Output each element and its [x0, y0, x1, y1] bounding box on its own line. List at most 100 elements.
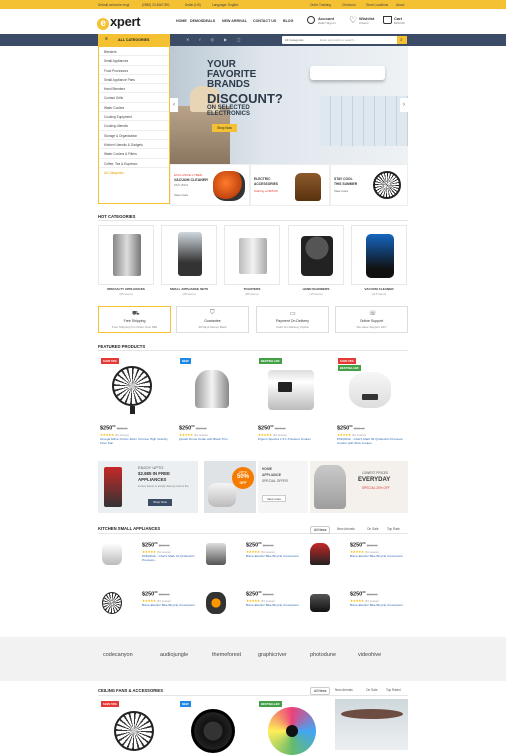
product-name[interactable]: Bixne Electric Bike Bicycle Conversion: [350, 603, 408, 607]
product-name[interactable]: Quadc Dome Kettle with Black Trim: [179, 437, 247, 441]
product-name[interactable]: Bixne Electric Bike Bicycle Conversion: [246, 603, 304, 607]
category-label[interactable]: SPECIALTY APPLIANCES: [96, 287, 156, 291]
category-item[interactable]: Cooking Utensils: [99, 121, 169, 131]
product-card[interactable]: SAVE 50%: [98, 699, 169, 751]
category-item[interactable]: Blenders: [99, 47, 169, 57]
promo-banner-appliances[interactable]: ENJOY UPTO $2.685 IN FREE APPLIANCES Lor…: [98, 461, 198, 513]
category-item[interactable]: Contact Grills: [99, 93, 169, 103]
featured-title: FEATURED PRODUCTS: [98, 344, 146, 349]
product-name[interactable]: Bixne Electric Bike Bicycle Conversion: [246, 554, 304, 558]
product-card[interactable]: SAVE 50% BESTSELLER $25000 $500.00 ★★★★★…: [335, 356, 406, 453]
search-button[interactable]: ⌕: [397, 36, 407, 44]
tab-all-news[interactable]: All News: [310, 526, 331, 534]
instagram-icon[interactable]: ◻: [237, 37, 250, 42]
vacuum-image: [366, 234, 394, 278]
category-item[interactable]: Cooking Equipment: [99, 112, 169, 122]
category-card[interactable]: [98, 225, 154, 285]
dribbble-icon[interactable]: ◎: [210, 37, 224, 42]
nav-contact-us[interactable]: CONTACT US: [253, 19, 276, 23]
product-card[interactable]: BESTSELLER $25000 $500.00 ★★★★★ (61 revi…: [256, 356, 327, 453]
nav-demos[interactable]: DEMOS: [190, 19, 203, 23]
toaster-image: [239, 238, 267, 274]
rice-cooker-image: [349, 372, 391, 408]
tab-new-arrivals[interactable]: New Arrivals: [337, 527, 355, 531]
product-name[interactable]: Pigeon Spectra 1.5 L Pressure Cooker: [258, 437, 326, 441]
category-label[interactable]: VACUUM CLEANER: [349, 287, 409, 291]
category-item[interactable]: Small Appliance Parts: [99, 75, 169, 85]
hero-shop-now-button[interactable]: Shop Now: [212, 124, 237, 132]
hero-prev-arrow[interactable]: ‹: [170, 98, 178, 112]
product-name[interactable]: Omega Mfrce Ommc 40cm Chrome High Veloci…: [100, 437, 168, 445]
category-item[interactable]: Coffee, Tea & Espresso: [99, 159, 169, 168]
category-item[interactable]: Storage & Organization: [99, 131, 169, 140]
category-label[interactable]: HAND BLENDERS: [286, 287, 346, 291]
category-card[interactable]: [351, 225, 407, 285]
category-item[interactable]: Kitchen Utensils & Gadgets: [99, 140, 169, 150]
nav-home[interactable]: HOME: [176, 19, 187, 23]
category-item-all[interactable]: All Categories: [99, 168, 169, 177]
promo-view-more-button[interactable]: View more: [262, 495, 286, 502]
product-card[interactable]: BESTSELLER: [256, 699, 327, 755]
category-label[interactable]: SMALL APPLIANCE SETS: [159, 287, 219, 291]
promo-shop-now-button[interactable]: Shop Now: [148, 499, 172, 506]
promo-banner-special[interactable]: HOME APPLIANCE SPECIAL OFFER View more: [258, 461, 308, 513]
brand-logo[interactable]: photodune: [310, 652, 336, 658]
search-input[interactable]: Enter keywords to search...: [320, 38, 356, 42]
category-card[interactable]: [288, 225, 344, 285]
logo[interactable]: e xpert: [97, 14, 141, 30]
facebook-icon[interactable]: f: [199, 37, 210, 42]
order-tracking-link[interactable]: Order Tracking: [310, 3, 331, 7]
product-name[interactable]: PhilipFlick - Chef's Mark 50 Qt Electric…: [337, 437, 405, 445]
store-locations-link[interactable]: Store Locations: [366, 3, 388, 7]
tab-new-arrivals[interactable]: New Arrivals: [335, 688, 353, 692]
fan-image: [373, 171, 401, 199]
hero-next-arrow[interactable]: ›: [400, 98, 408, 112]
sub-banner-accessories[interactable]: ELECTRIC ACCESSORIES Starting at $65.00: [250, 164, 330, 206]
hero-slider[interactable]: YOUR FAVORITE BRANDS DISCOUNT? ON SELECT…: [170, 46, 408, 164]
product-card[interactable]: [335, 699, 408, 750]
category-card[interactable]: [161, 225, 217, 285]
new-badge: NEW: [180, 358, 191, 364]
sub-banner-fan[interactable]: STAY COOL THIS SUMMER View more: [330, 164, 408, 206]
category-card[interactable]: [224, 225, 280, 285]
product-card[interactable]: SAVE 50% $25000 $500.00 ★★★★★ (61 review…: [98, 356, 169, 453]
brand-logo[interactable]: themeforest: [212, 652, 241, 658]
navbar: [0, 34, 506, 46]
checkout-link[interactable]: Checkout: [342, 3, 355, 7]
all-categories-button[interactable]: ≡ ALL CATEGORIES: [98, 34, 170, 46]
search-category-select[interactable]: All Categories: [285, 38, 304, 42]
tab-top-rate[interactable]: Top Rate: [387, 527, 400, 531]
category-item[interactable]: Hand Blenders: [99, 84, 169, 94]
tab-top-rated[interactable]: Top Rated: [386, 688, 401, 692]
twitter-icon[interactable]: ✕: [186, 37, 199, 42]
product-card[interactable]: NEW $25000 $500.00 ★★★★★ (61 review) Qua…: [177, 356, 248, 453]
product-name[interactable]: Bixne Electric Bike Bicycle Conversion: [142, 603, 200, 607]
promo-banner-sale[interactable]: UPTO 50% OFF: [204, 461, 256, 513]
brand-logo[interactable]: audiojungle: [160, 652, 188, 658]
category-item[interactable]: Small Appliances: [99, 56, 169, 66]
fan-image: [114, 711, 154, 751]
brand-logo[interactable]: videohive: [358, 652, 381, 658]
about-link[interactable]: About: [396, 3, 404, 7]
currency-select[interactable]: Dollar (US): [185, 3, 201, 7]
youtube-icon[interactable]: ▶: [224, 37, 237, 42]
tab-on-sale[interactable]: On Sale: [366, 688, 378, 692]
brand-logo[interactable]: codecanyon: [103, 652, 133, 658]
category-item[interactable]: Water Coolers: [99, 103, 169, 113]
sub-banner-vacuum[interactable]: EXCLUSIVE CYBER VACUUM CLEANER MVC-8221 …: [170, 164, 250, 206]
category-item[interactable]: Food Processors: [99, 66, 169, 75]
brand-logo[interactable]: graphicriver: [258, 652, 287, 658]
product-name[interactable]: Bixne Electric Bike Bicycle Conversion: [350, 554, 408, 558]
nav-blog[interactable]: BLOG: [283, 19, 293, 23]
product-name[interactable]: PhilipFlick - Chef's Mark 10 Qt Electric…: [142, 554, 200, 562]
language-select[interactable]: Language: English: [212, 3, 238, 7]
category-item[interactable]: Water Coolers & Filters: [99, 149, 169, 159]
promo-banner-mixer[interactable]: LOWEST PRICES EVERYDAY SPECIAL 25% OFF: [310, 461, 408, 513]
tab-on-sale[interactable]: On Sale: [367, 527, 379, 531]
category-label[interactable]: TOASTERS: [222, 287, 282, 291]
product-card[interactable]: NEW: [177, 699, 248, 753]
nav-deals[interactable]: DEALS: [203, 19, 215, 23]
nav-new-arrival[interactable]: NEW ARRIVAL: [222, 19, 247, 23]
cooker-screen: [278, 382, 292, 392]
tab-all-news[interactable]: All News: [310, 687, 331, 695]
